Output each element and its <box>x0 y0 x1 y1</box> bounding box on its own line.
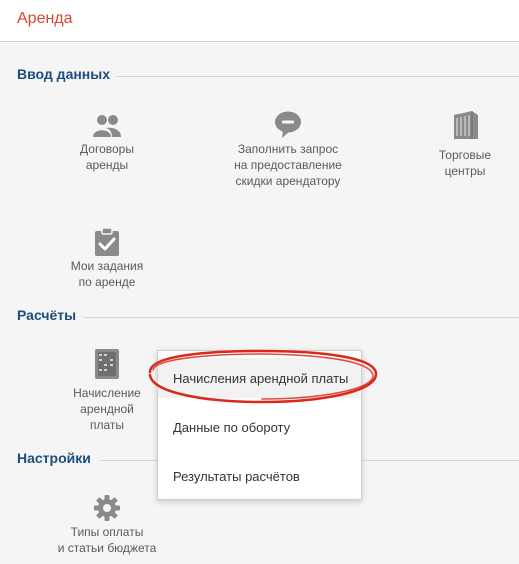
menu-item-calculation-results[interactable]: Результаты расчётов <box>158 456 361 496</box>
section-title-settings: Настройки <box>17 450 91 466</box>
section-divider <box>116 76 519 77</box>
section-divider <box>83 317 519 318</box>
tile-rent-contracts[interactable]: Договоры аренды <box>54 107 160 177</box>
tile-label: Типы оплаты и статьи бюджета <box>57 525 157 555</box>
menu-item-rent-accruals[interactable]: Начисления арендной платы <box>158 358 361 398</box>
tile-label: Заполнить запрос на предоставление скидк… <box>234 142 342 188</box>
users-icon <box>92 111 122 141</box>
building-icon <box>450 110 480 140</box>
app-window: Аренда Ввод данных Договоры аренды Запол… <box>0 0 519 564</box>
popup-menu: Начисления арендной платы Данные по обор… <box>157 350 362 500</box>
section-title-data-entry: Ввод данных <box>17 66 111 82</box>
speech-bubble-icon <box>273 110 303 140</box>
page-title: Аренда <box>17 10 73 27</box>
tile-label: Мои задания по аренде <box>70 259 144 289</box>
header: Аренда <box>0 0 519 42</box>
tile-rent-accrual[interactable]: Начисление арендной платы <box>56 349 158 433</box>
gear-icon <box>92 493 122 523</box>
abacus-icon <box>92 349 122 379</box>
tile-my-rent-tasks[interactable]: Мои задания по аренде <box>54 227 160 289</box>
tile-shopping-centers[interactable]: Торговые центры <box>420 107 510 178</box>
section-title-calculations: Расчёты <box>17 307 77 323</box>
tile-payment-types[interactable]: Типы оплаты и статьи бюджета <box>44 493 170 557</box>
tile-discount-request[interactable]: Заполнить запрос на предоставление скидк… <box>218 107 358 189</box>
menu-item-turnover-data[interactable]: Данные по обороту <box>158 407 361 447</box>
tile-label: Начисление арендной платы <box>73 386 141 432</box>
tile-label: Торговые центры <box>438 148 492 178</box>
tile-label: Договоры аренды <box>80 142 134 172</box>
clipboard-check-icon <box>92 227 122 257</box>
